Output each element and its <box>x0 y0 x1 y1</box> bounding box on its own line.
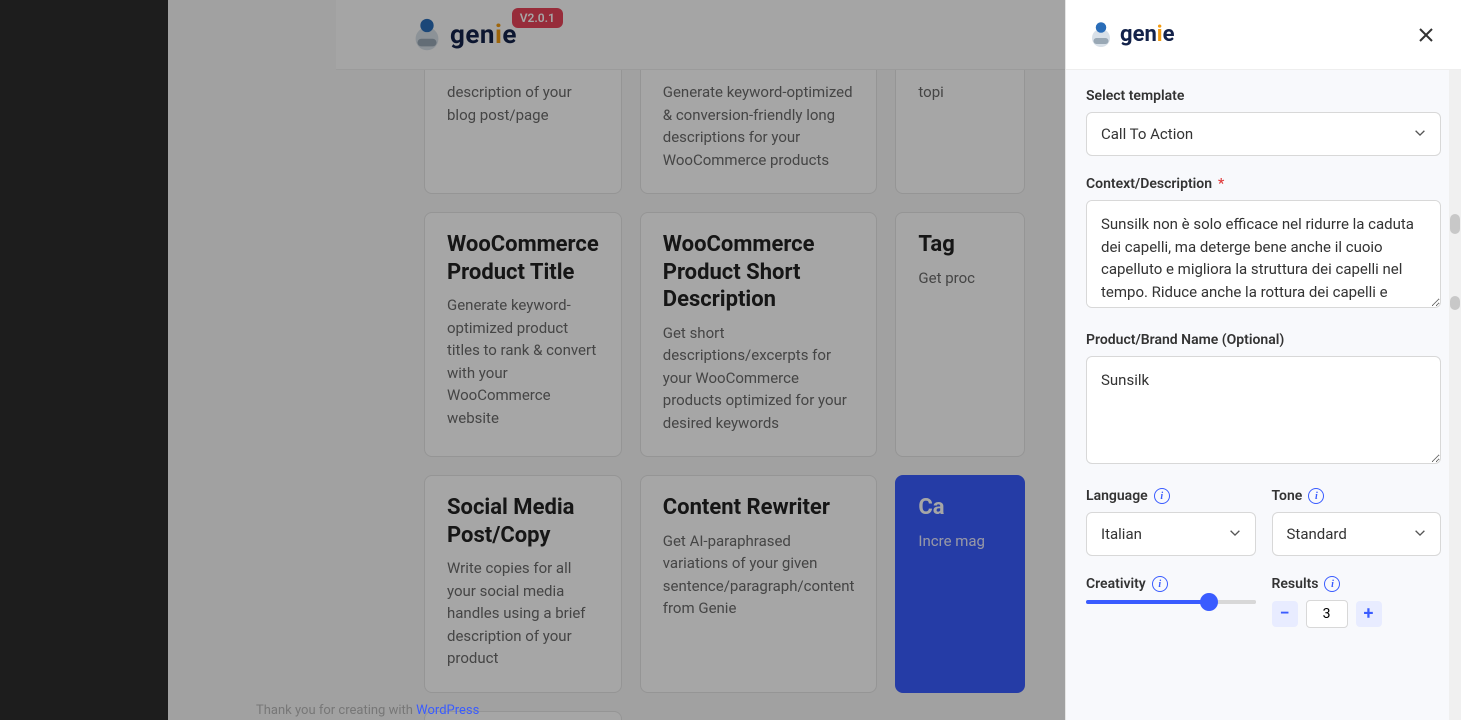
context-textarea[interactable] <box>1086 200 1441 308</box>
close-button[interactable] <box>1411 20 1441 50</box>
genie-logo-icon <box>1086 20 1116 50</box>
scroll-thumb[interactable] <box>1450 296 1460 310</box>
modal-overlay[interactable] <box>168 0 1065 720</box>
panel-body: Select template Context/Description * Pr… <box>1066 70 1461 720</box>
creativity-slider[interactable] <box>1086 600 1256 604</box>
panel-scrollbar[interactable] <box>1449 70 1461 720</box>
scroll-thumb[interactable] <box>1450 214 1460 234</box>
info-icon[interactable]: i <box>1308 488 1324 504</box>
info-icon[interactable]: i <box>1324 576 1340 592</box>
footer-credit: Thank you for creating with WordPress <box>256 703 479 718</box>
label-results: Results i <box>1272 576 1442 592</box>
info-icon[interactable]: i <box>1154 488 1170 504</box>
label-select-template: Select template <box>1086 88 1441 104</box>
label-tone: Tone i <box>1272 488 1442 504</box>
panel-logo-text: genie <box>1120 22 1175 47</box>
panel-logo: genie <box>1086 20 1175 50</box>
tone-select[interactable] <box>1272 512 1442 556</box>
label-creativity: Creativity i <box>1086 576 1256 592</box>
wordpress-link[interactable]: WordPress <box>416 703 479 718</box>
label-context: Context/Description * <box>1086 176 1441 192</box>
label-product-name: Product/Brand Name (Optional) <box>1086 332 1441 348</box>
template-select[interactable] <box>1086 112 1441 156</box>
label-language: Language i <box>1086 488 1256 504</box>
product-name-textarea[interactable] <box>1086 356 1441 464</box>
results-decrement-button[interactable]: − <box>1272 601 1298 627</box>
results-input[interactable] <box>1306 600 1348 628</box>
results-increment-button[interactable]: + <box>1356 601 1382 627</box>
panel-header: genie <box>1066 0 1461 70</box>
required-asterisk: * <box>1218 176 1224 192</box>
wp-admin-sidebar <box>0 0 168 720</box>
template-form-panel: genie Select template Context/Descriptio… <box>1065 0 1461 720</box>
info-icon[interactable]: i <box>1152 576 1168 592</box>
language-select[interactable] <box>1086 512 1256 556</box>
